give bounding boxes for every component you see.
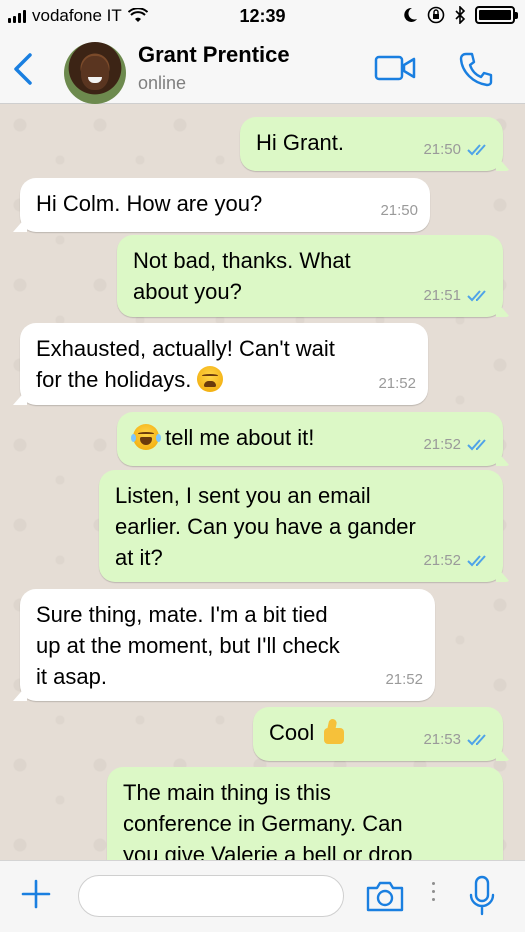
back-chevron-icon[interactable]: [10, 52, 36, 86]
read-ticks-icon: [467, 733, 486, 745]
message-text: Sure thing, mate. I'm a bit tied up at t…: [36, 602, 340, 689]
battery-fill: [479, 10, 511, 20]
message-meta: 21:52: [423, 545, 491, 576]
message-time: 21:50: [380, 202, 418, 219]
message-meta: 21:50: [380, 195, 418, 226]
avatar-face: [81, 56, 109, 90]
read-ticks-icon: [467, 438, 486, 450]
message-text-content: Cool: [269, 720, 315, 745]
status-right: [402, 6, 518, 24]
do-not-disturb-icon: [404, 7, 417, 22]
message-outgoing[interactable]: The main thing is this conference in Ger…: [107, 767, 503, 860]
thumbs-up-icon: [320, 718, 346, 746]
message-text-content: Exhausted, actually! Can't wait for the …: [36, 336, 335, 392]
message-time: 21:51: [423, 287, 461, 304]
input-bar: [0, 860, 525, 932]
battery-icon: [475, 6, 518, 24]
phone-icon[interactable]: [458, 51, 494, 87]
more-dots-icon[interactable]: [432, 882, 436, 906]
microphone-icon[interactable]: [469, 875, 495, 917]
avatar[interactable]: [64, 42, 126, 104]
read-ticks-icon: [467, 289, 486, 301]
message-time: 21:53: [423, 731, 461, 748]
message-outgoing[interactable]: Listen, I sent you an email earlier. Can…: [99, 470, 503, 582]
message-list[interactable]: Hi Grant. 21:50 Hi Colm. How are you? 21…: [0, 105, 525, 860]
message-meta: 21:52: [385, 664, 423, 695]
message-meta: 21:52: [378, 368, 416, 399]
contact-status: online: [138, 73, 187, 93]
contact-name[interactable]: Grant Prentice: [138, 42, 290, 68]
message-meta: 21:50: [423, 134, 491, 165]
chat-header: Grant Prentice online: [0, 34, 525, 104]
camera-icon[interactable]: [365, 879, 405, 913]
status-bar: vodafone IT 12:39: [0, 0, 525, 34]
rotation-lock-icon: [427, 6, 445, 24]
message-incoming[interactable]: Exhausted, actually! Can't wait for the …: [20, 323, 428, 405]
message-time: 21:52: [378, 375, 416, 392]
message-outgoing[interactable]: tell me about it! 21:52: [117, 412, 503, 466]
message-outgoing[interactable]: Hi Grant. 21:50: [240, 117, 503, 171]
message-outgoing[interactable]: Not bad, thanks. What about you? 21:51: [117, 235, 503, 317]
message-time: 21:52: [423, 436, 461, 453]
weary-face-icon: [197, 366, 224, 392]
message-meta: 21:53: [423, 724, 491, 755]
message-incoming[interactable]: Hi Colm. How are you? 21:50: [20, 178, 430, 232]
video-call-icon[interactable]: [374, 54, 416, 82]
message-outgoing[interactable]: Cool 21:53: [253, 707, 503, 761]
message-text: Exhausted, actually! Can't wait for the …: [36, 333, 414, 395]
message-meta: 21:52: [423, 429, 491, 460]
tears-of-joy-icon: [131, 424, 161, 450]
message-text: The main thing is this conference in Ger…: [123, 780, 413, 860]
message-input[interactable]: [78, 875, 344, 917]
read-ticks-icon: [467, 143, 486, 155]
read-ticks-icon: [467, 554, 486, 566]
message-text: Hi Colm. How are you?: [36, 191, 263, 216]
message-time: 21:50: [423, 141, 461, 158]
message-time: 21:52: [385, 671, 423, 688]
message-time: 21:52: [423, 552, 461, 569]
bluetooth-icon: [455, 6, 466, 24]
message-text-content: tell me about it!: [165, 425, 315, 450]
message-meta: 21:51: [423, 280, 491, 311]
plus-icon[interactable]: [20, 878, 52, 910]
message-incoming[interactable]: Sure thing, mate. I'm a bit tied up at t…: [20, 589, 435, 701]
